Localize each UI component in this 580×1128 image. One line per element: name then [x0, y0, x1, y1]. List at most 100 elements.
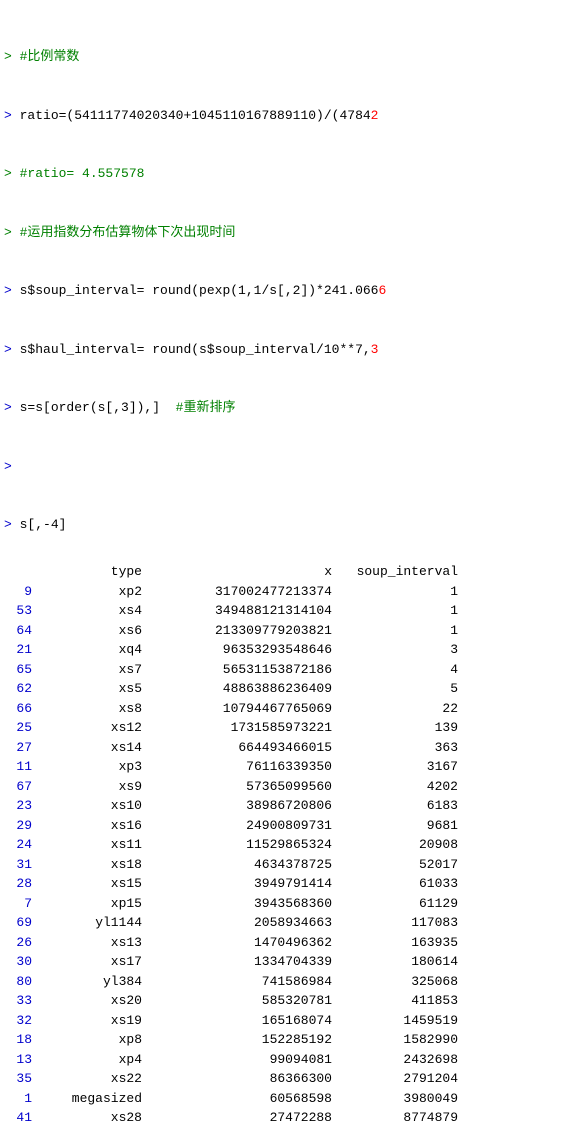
row-type: xs14: [38, 738, 148, 758]
row-type: megasized: [38, 1089, 148, 1109]
row-type: xp8: [38, 1030, 148, 1050]
row-index: 1: [0, 1089, 38, 1109]
row-type: xs22: [38, 1069, 148, 1089]
row-soup: 8774879: [338, 1108, 458, 1128]
row-x: 1334704339: [148, 952, 338, 972]
table-row: 9 xp2 317002477213374 1: [0, 582, 580, 602]
row-index: 18: [0, 1030, 38, 1050]
row-index: 11: [0, 757, 38, 777]
table-row: 32 xs19 165168074 1459519: [0, 1011, 580, 1031]
row-soup: 20908: [338, 835, 458, 855]
row-soup: 363: [338, 738, 458, 758]
line-comment1: > #比例常数: [4, 47, 576, 67]
row-type: xs17: [38, 952, 148, 972]
row-x: 11529865324: [148, 835, 338, 855]
row-type: xs6: [38, 621, 148, 641]
row-index: 80: [0, 972, 38, 992]
table-row: 30 xs17 1334704339 180614: [0, 952, 580, 972]
row-soup: 52017: [338, 855, 458, 875]
row-x: 96353293548646: [148, 640, 338, 660]
row-soup: 1: [338, 621, 458, 641]
row-x: 86366300: [148, 1069, 338, 1089]
row-type: xs15: [38, 874, 148, 894]
row-type: xp4: [38, 1050, 148, 1070]
table-row: 1 megasized 60568598 3980049: [0, 1089, 580, 1109]
row-x: 3949791414: [148, 874, 338, 894]
row-index: 23: [0, 796, 38, 816]
row-type: yl384: [38, 972, 148, 992]
header-x: x: [148, 562, 338, 582]
row-type: xs9: [38, 777, 148, 797]
row-soup: 2791204: [338, 1069, 458, 1089]
row-index: 9: [0, 582, 38, 602]
row-index: 27: [0, 738, 38, 758]
row-index: 31: [0, 855, 38, 875]
table-row: 11 xp3 76116339350 3167: [0, 757, 580, 777]
table-row: 69 yl1144 2058934663 117083: [0, 913, 580, 933]
row-x: 27472288: [148, 1108, 338, 1128]
table-row: 53 xs4 349488121314104 1: [0, 601, 580, 621]
row-soup: 1: [338, 601, 458, 621]
line-soup-interval: > s$soup_interval= round(pexp(1,1/s[,2])…: [4, 281, 576, 301]
row-x: 213309779203821: [148, 621, 338, 641]
table-row: 62 xs5 48863886236409 5: [0, 679, 580, 699]
row-x: 56531153872186: [148, 660, 338, 680]
row-index: 66: [0, 699, 38, 719]
row-index: 25: [0, 718, 38, 738]
row-type: xs20: [38, 991, 148, 1011]
table-row: 31 xs18 4634378725 52017: [0, 855, 580, 875]
row-soup: 61033: [338, 874, 458, 894]
data-table: type x soup_interval 9 xp2 3170024772133…: [0, 562, 580, 1128]
row-type: xs7: [38, 660, 148, 680]
table-row: 67 xs9 57365099560 4202: [0, 777, 580, 797]
row-index: 33: [0, 991, 38, 1011]
row-x: 349488121314104: [148, 601, 338, 621]
row-index: 13: [0, 1050, 38, 1070]
row-index: 41: [0, 1108, 38, 1128]
row-x: 76116339350: [148, 757, 338, 777]
row-type: xq4: [38, 640, 148, 660]
row-type: xs19: [38, 1011, 148, 1031]
row-index: 29: [0, 816, 38, 836]
row-type: xs28: [38, 1108, 148, 1128]
line-blank: >: [4, 457, 576, 477]
row-type: xs16: [38, 816, 148, 836]
table-header: type x soup_interval: [0, 562, 580, 582]
row-soup: 325068: [338, 972, 458, 992]
table-row: 25 xs12 1731585973221 139: [0, 718, 580, 738]
row-type: xs12: [38, 718, 148, 738]
row-soup: 6183: [338, 796, 458, 816]
row-type: xs18: [38, 855, 148, 875]
header-type: type: [38, 562, 148, 582]
row-index: 28: [0, 874, 38, 894]
row-type: xp3: [38, 757, 148, 777]
line-haul-interval: > s$haul_interval= round(s$soup_interval…: [4, 340, 576, 360]
row-soup: 1: [338, 582, 458, 602]
row-soup: 3: [338, 640, 458, 660]
row-soup: 411853: [338, 991, 458, 1011]
row-index: 65: [0, 660, 38, 680]
table-row: 41 xs28 27472288 8774879: [0, 1108, 580, 1128]
row-index: 24: [0, 835, 38, 855]
row-soup: 61129: [338, 894, 458, 914]
row-type: xp2: [38, 582, 148, 602]
row-type: xs4: [38, 601, 148, 621]
row-soup: 1582990: [338, 1030, 458, 1050]
row-index: 69: [0, 913, 38, 933]
table-row: 7 xp15 3943568360 61129: [0, 894, 580, 914]
row-soup: 4202: [338, 777, 458, 797]
row-x: 10794467765069: [148, 699, 338, 719]
table-row: 80 yl384 741586984 325068: [0, 972, 580, 992]
row-x: 664493466015: [148, 738, 338, 758]
row-index: 30: [0, 952, 38, 972]
line-comment2: > #运用指数分布估算物体下次出现时间: [4, 223, 576, 243]
line-order: > s=s[order(s[,3]),] #重新排序: [4, 398, 576, 418]
row-soup: 117083: [338, 913, 458, 933]
row-type: yl1144: [38, 913, 148, 933]
console: > #比例常数 > ratio=(54111774020340+10451101…: [0, 0, 580, 562]
table-row: 18 xp8 152285192 1582990: [0, 1030, 580, 1050]
table-row: 27 xs14 664493466015 363: [0, 738, 580, 758]
header-index: [0, 562, 38, 582]
row-soup: 22: [338, 699, 458, 719]
row-type: xp15: [38, 894, 148, 914]
